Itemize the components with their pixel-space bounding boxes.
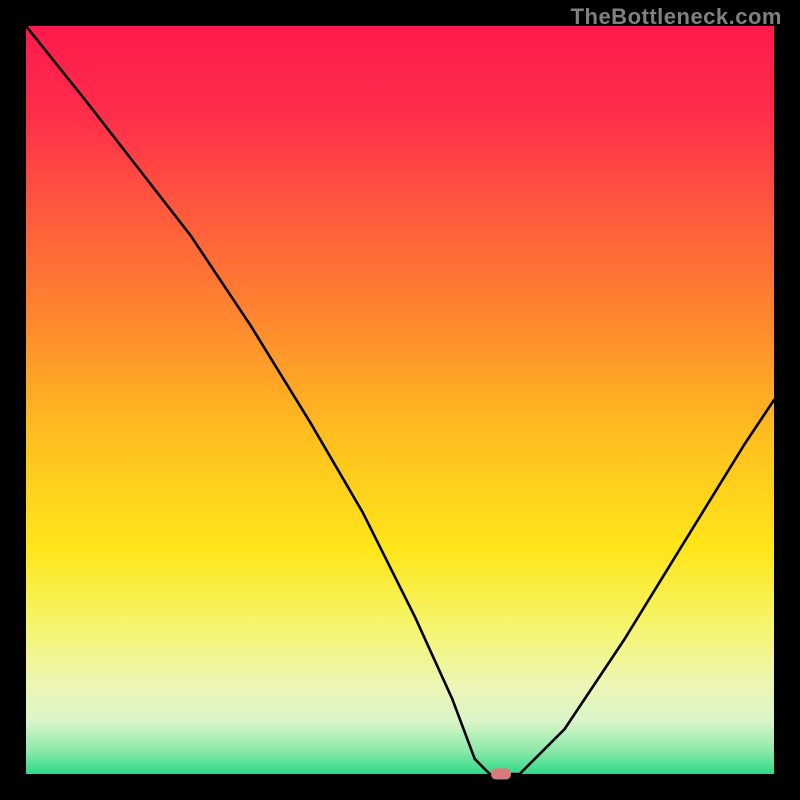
optimal-point-marker xyxy=(491,769,511,780)
watermark-text: TheBottleneck.com xyxy=(571,4,782,30)
bottleneck-curve xyxy=(26,26,774,774)
plot-area xyxy=(26,26,774,774)
